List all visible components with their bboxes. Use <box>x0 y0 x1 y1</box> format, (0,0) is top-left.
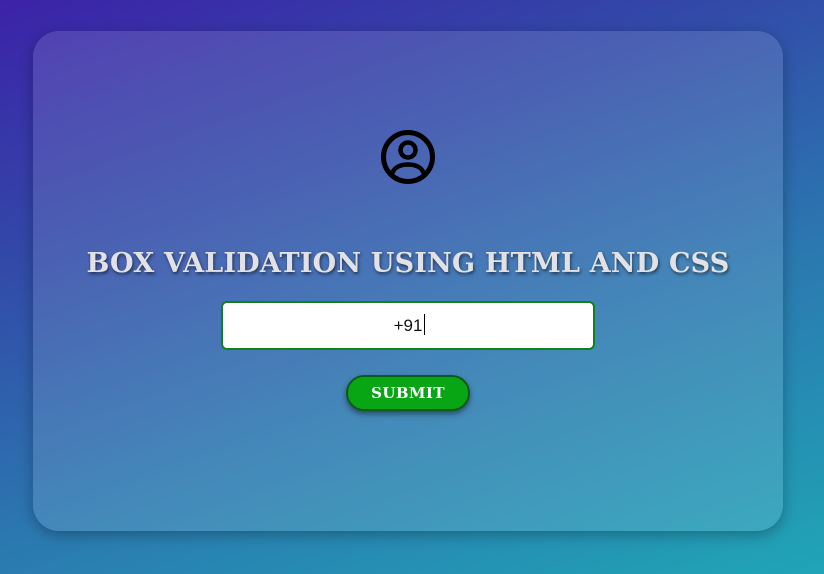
submit-button[interactable]: SUBMIT <box>346 375 470 411</box>
text-cursor <box>424 314 425 335</box>
form-card: BOX VALIDATION USING HTML AND CSS SUBMIT <box>33 31 783 531</box>
page-title: BOX VALIDATION USING HTML AND CSS <box>86 248 730 279</box>
phone-input[interactable] <box>221 301 595 350</box>
user-circle-icon <box>380 129 436 185</box>
